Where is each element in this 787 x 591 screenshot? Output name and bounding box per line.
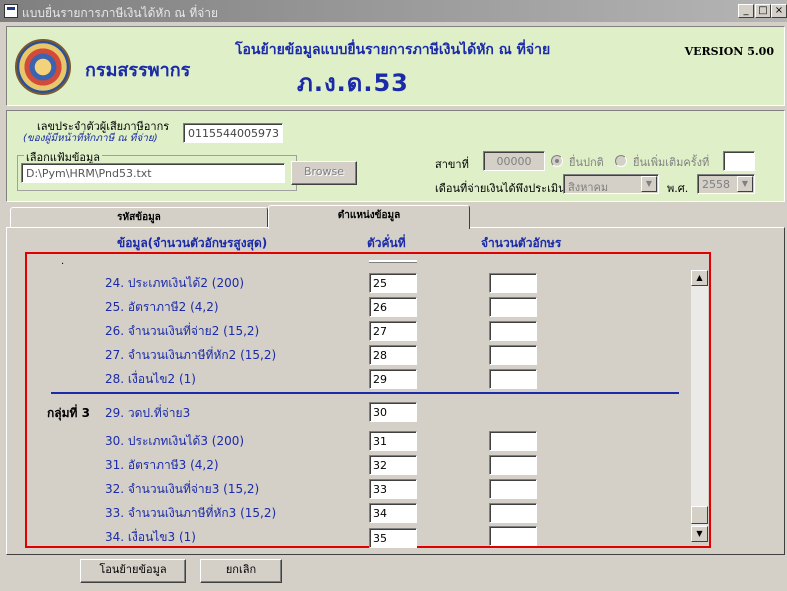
vertical-scrollbar[interactable]: ▲ ▼	[691, 270, 708, 542]
overflow-dot: .	[61, 256, 65, 267]
row-label: 30. ประเภทเงินได้3 (200)	[105, 434, 245, 448]
info-panel: เลขประจำตัวผู้เสียภาษีอากร (ของผู้มีหน้า…	[6, 110, 785, 202]
group-separator	[51, 392, 679, 394]
header-title: โอนย้ายข้อมูลแบบยื่นรายการภาษีเงินได้หัก…	[235, 42, 551, 58]
year-label: พ.ศ.	[667, 182, 689, 195]
close-button[interactable]: ×	[771, 4, 787, 18]
position-input[interactable]: 27	[369, 321, 417, 341]
position-input[interactable]: 26	[369, 297, 417, 317]
row-label: 29. วดป.ที่จ่าย3	[105, 406, 191, 420]
row-label: 32. จำนวนเงินที่จ่าย3 (15,2)	[105, 482, 260, 496]
cancel-button[interactable]: ยกเลิก	[200, 559, 282, 583]
position-input[interactable]: 29	[369, 369, 417, 389]
length-input[interactable]	[489, 503, 537, 523]
row-label: 24. ประเภทเงินได้2 (200)	[105, 276, 245, 290]
revenue-department-seal-icon	[15, 39, 71, 95]
taxid-sublabel: (ของผู้มีหน้าที่หักภาษี ณ ที่จ่าย)	[23, 133, 158, 144]
header-panel: กรมสรรพากร โอนย้ายข้อมูลแบบยื่นรายการภาษ…	[6, 26, 785, 106]
row-label: 25. อัตราภาษี2 (4,2)	[105, 300, 219, 314]
partial-field	[369, 260, 417, 263]
title-bar[interactable]: แบบยื่นรายการภาษีเงินได้หัก ณ ที่จ่าย _ …	[0, 0, 787, 22]
row-label: 33. จำนวนเงินภาษีที่หัก3 (15,2)	[105, 506, 277, 520]
org-name: กรมสรรพากร	[85, 60, 191, 81]
length-input[interactable]	[489, 526, 537, 546]
length-input[interactable]	[489, 345, 537, 365]
maximize-button[interactable]: □	[755, 4, 771, 18]
branch-input[interactable]: 00000	[483, 151, 545, 171]
form-code: ภ.ง.ด.53	[297, 69, 409, 97]
length-input[interactable]	[489, 321, 537, 341]
group-3-label: กลุ่มที่ 3	[47, 406, 90, 420]
window-title: แบบยื่นรายการภาษีเงินได้หัก ณ ที่จ่าย	[22, 6, 219, 20]
chevron-down-icon[interactable]: ▼	[737, 176, 753, 192]
position-input[interactable]: 28	[369, 345, 417, 365]
tab-panel: ข้อมูล(จำนวนตัวอักษรสูงสุด) ตัวคั่นที่ จ…	[6, 227, 785, 555]
length-input[interactable]	[489, 297, 537, 317]
position-input[interactable]: 31	[369, 431, 417, 451]
fields-scroll-area[interactable]: . 24. ประเภทเงินได้2 (200) 25 25. อัตราภ…	[25, 252, 711, 548]
radio-additional[interactable]	[615, 155, 627, 167]
column-header-length: จำนวนตัวอักษร	[481, 236, 562, 250]
position-input[interactable]: 30	[369, 402, 417, 422]
row-label: 34. เงื่อนไข3 (1)	[105, 530, 196, 544]
length-input[interactable]	[489, 479, 537, 499]
file-path-input[interactable]: D:\Pym\HRM\Pnd53.txt	[21, 163, 285, 183]
radio-additional-label: ยื่นเพิ่มเติมครั้งที่	[633, 156, 710, 169]
position-input[interactable]: 32	[369, 455, 417, 475]
branch-label: สาขาที่	[435, 158, 469, 171]
position-input[interactable]: 34	[369, 503, 417, 523]
tab-data-position[interactable]: ตำแหน่งข้อมูล	[268, 205, 470, 229]
length-input[interactable]	[489, 431, 537, 451]
taxid-input[interactable]: 0115544005973	[183, 123, 283, 143]
row-label: 26. จำนวนเงินที่จ่าย2 (15,2)	[105, 324, 260, 338]
year-value: 2558	[702, 178, 730, 191]
transfer-data-button[interactable]: โอนย้ายข้อมูล	[80, 559, 186, 583]
position-input[interactable]: 33	[369, 479, 417, 499]
tab-data-code[interactable]: รหัสข้อมูล	[10, 207, 268, 229]
radio-normal-label: ยื่นปกติ	[569, 156, 604, 169]
browse-button[interactable]: Browse	[291, 161, 357, 185]
length-input[interactable]	[489, 455, 537, 475]
app-icon	[4, 4, 18, 18]
month-value: สิงหาคม	[568, 181, 609, 194]
month-select[interactable]: สิงหาคม ▼	[563, 174, 659, 194]
column-header-position: ตัวคั่นที่	[367, 236, 406, 250]
scroll-up-icon[interactable]: ▲	[691, 270, 708, 286]
scroll-down-icon[interactable]: ▼	[691, 526, 708, 542]
year-select[interactable]: 2558 ▼	[697, 174, 755, 194]
position-input[interactable]: 35	[369, 528, 417, 548]
row-label: 28. เงื่อนไข2 (1)	[105, 372, 196, 386]
version-label: VERSION 5.00	[684, 45, 774, 58]
row-label: 31. อัตราภาษี3 (4,2)	[105, 458, 219, 472]
length-input[interactable]	[489, 369, 537, 389]
radio-normal[interactable]	[551, 155, 563, 167]
month-label: เดือนที่จ่ายเงินได้พึงประเมิน	[435, 182, 566, 195]
column-header-data: ข้อมูล(จำนวนตัวอักษรสูงสุด)	[117, 236, 268, 250]
chevron-down-icon[interactable]: ▼	[641, 176, 657, 192]
minimize-button[interactable]: _	[738, 4, 754, 18]
scroll-thumb[interactable]	[691, 506, 708, 524]
length-input[interactable]	[489, 273, 537, 293]
row-label: 27. จำนวนเงินภาษีที่หัก2 (15,2)	[105, 348, 277, 362]
additional-count-input[interactable]	[723, 151, 755, 171]
position-input[interactable]: 25	[369, 273, 417, 293]
